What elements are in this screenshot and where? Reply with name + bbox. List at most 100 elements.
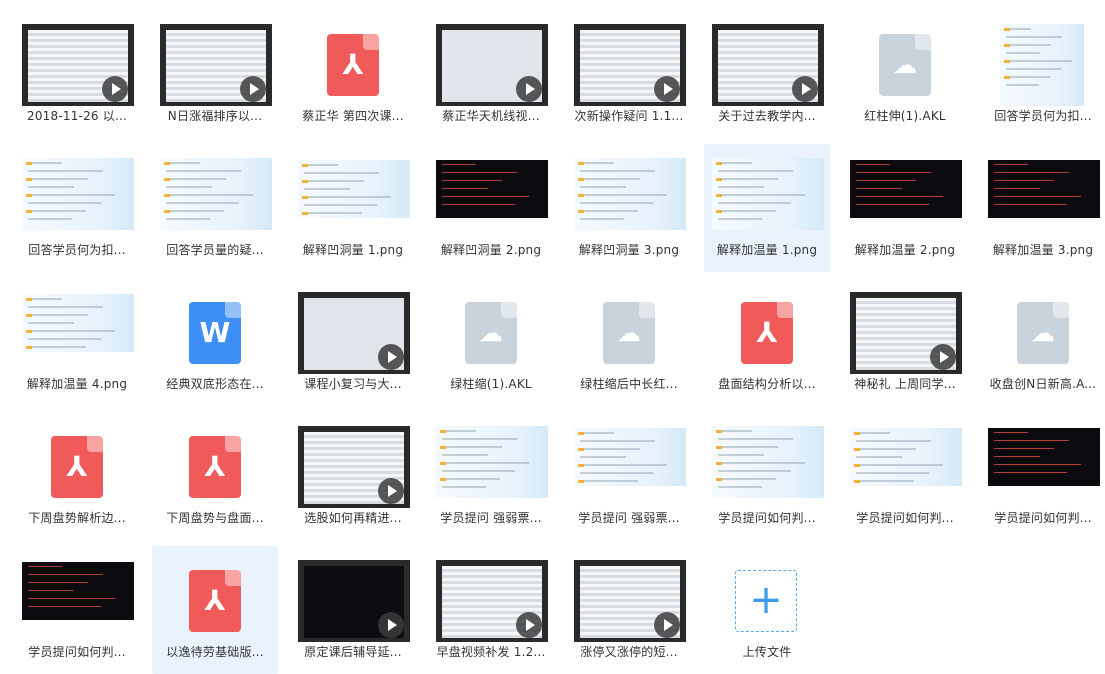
play-icon[interactable]: [378, 478, 404, 504]
file-tile[interactable]: 课程小复习与大...: [290, 278, 416, 406]
file-tile[interactable]: ☁ 绿柱缩后中长红...: [566, 278, 692, 406]
preview-line: [28, 322, 74, 324]
preview-marker: [302, 212, 308, 215]
preview-line: [856, 472, 929, 474]
file-tile[interactable]: 学员提问如何判...: [14, 546, 140, 674]
file-tile[interactable]: ⅄ 以逸待劳基础版...: [152, 546, 278, 674]
file-tile[interactable]: 原定课后辅导延...: [290, 546, 416, 674]
preview-line: [994, 456, 1040, 457]
file-tile[interactable]: 涨停又涨停的短...: [566, 546, 692, 674]
file-name: 神秘礼 上周同学...: [854, 377, 956, 391]
file-tile[interactable]: 回答学员何为扣...: [980, 10, 1105, 138]
upload-tile[interactable]: + 上传文件: [704, 546, 830, 674]
file-tile[interactable]: 解释凹洞量 2.png: [428, 144, 554, 272]
file-tile[interactable]: 解释加温量 1.png: [704, 144, 830, 272]
play-icon[interactable]: [378, 612, 404, 638]
preview-line: [442, 454, 488, 456]
preview-line: [28, 590, 74, 591]
image-preview: [712, 426, 824, 498]
play-icon[interactable]: [240, 76, 266, 102]
file-tile[interactable]: 蔡正华天机线视...: [428, 10, 554, 138]
file-tile[interactable]: 解释加温量 2.png: [842, 144, 968, 272]
file-name: 解释凹洞量 3.png: [578, 243, 680, 257]
file-tile[interactable]: N日涨福排序以...: [152, 10, 278, 138]
file-name: 学员提问如何判...: [856, 511, 954, 525]
play-icon[interactable]: [654, 76, 680, 102]
plus-icon[interactable]: +: [735, 570, 797, 632]
file-tile[interactable]: ⅄ 蔡正华 第四次课...: [290, 10, 416, 138]
preview-line: [304, 188, 350, 190]
file-name: 下周盘势与盘面...: [166, 511, 264, 525]
file-name: 下周盘势解析边...: [28, 511, 126, 525]
preview-line: [580, 472, 653, 474]
file-tile[interactable]: 回答学员量的疑...: [152, 144, 278, 272]
word-document-icon-glyph: W: [199, 316, 231, 349]
cloud-file-icon: ☁: [1017, 302, 1069, 364]
file-tile[interactable]: 学员提问如何判...: [704, 412, 830, 540]
file-tile[interactable]: ☁ 绿柱缩(1).AKL: [428, 278, 554, 406]
preview-line: [580, 210, 639, 212]
play-icon[interactable]: [102, 76, 128, 102]
image-preview: [850, 428, 962, 486]
file-tile[interactable]: 解释加温量 3.png: [980, 144, 1105, 272]
file-tile[interactable]: 关于过去教学内...: [704, 10, 830, 138]
file-tile[interactable]: 早盘视频补发 1.2...: [428, 546, 554, 674]
file-thumbnail: [980, 148, 1105, 250]
file-thumbnail: [566, 416, 692, 518]
preview-line: [304, 172, 380, 174]
image-preview: [574, 158, 686, 230]
file-tile[interactable]: 回答学员何为扣...: [14, 144, 140, 272]
image-preview: [850, 160, 962, 218]
video-thumbnail: [850, 292, 962, 374]
pdf-icon-glyph: ⅄: [204, 450, 226, 483]
file-name: 经典双底形态在...: [166, 377, 264, 391]
preview-line: [580, 448, 641, 450]
preview-line: [718, 162, 752, 164]
file-tile[interactable]: 2018-11-26 以...: [14, 10, 140, 138]
file-tile[interactable]: 学员提问 强弱票...: [428, 412, 554, 540]
image-preview: [436, 160, 548, 218]
file-tile[interactable]: 次新操作疑问 1.1...: [566, 10, 692, 138]
play-icon[interactable]: [930, 344, 956, 370]
preview-line: [442, 446, 503, 448]
play-icon[interactable]: [378, 344, 404, 370]
file-tile[interactable]: 解释加温量 4.png: [14, 278, 140, 406]
pdf-icon-glyph: ⅄: [204, 584, 226, 617]
preview-line: [442, 430, 476, 432]
file-tile[interactable]: ⅄ 盘面结构分析以...: [704, 278, 830, 406]
file-tile[interactable]: 学员提问 强弱票...: [566, 412, 692, 540]
preview-line: [28, 582, 89, 583]
file-tile[interactable]: ⅄ 下周盘势与盘面...: [152, 412, 278, 540]
file-tile[interactable]: 选股如何再精进...: [290, 412, 416, 540]
play-icon[interactable]: [516, 76, 542, 102]
preview-line: [304, 164, 338, 166]
preview-line: [994, 464, 1082, 465]
file-tile[interactable]: 神秘礼 上周同学...: [842, 278, 968, 406]
pdf-icon: ⅄: [741, 302, 793, 364]
file-tile[interactable]: 学员提问如何判...: [980, 412, 1105, 540]
file-tile[interactable]: 解释凹洞量 1.png: [290, 144, 416, 272]
file-tile[interactable]: ☁ 红柱伸(1).AKL: [842, 10, 968, 138]
file-tile[interactable]: 解释凹洞量 3.png: [566, 144, 692, 272]
preview-line: [442, 164, 476, 165]
file-thumbnail: [290, 282, 416, 384]
pdf-icon: ⅄: [51, 436, 103, 498]
file-tile[interactable]: ☁ 收盘创N日新高.A...: [980, 278, 1105, 406]
video-thumbnail: [298, 426, 410, 508]
preview-line: [856, 440, 932, 442]
preview-line: [28, 298, 62, 300]
play-icon[interactable]: [516, 612, 542, 638]
play-icon[interactable]: [792, 76, 818, 102]
cloud-file-icon-glyph: ☁: [617, 319, 641, 347]
file-thumbnail: [14, 148, 140, 250]
preview-line: [442, 188, 488, 189]
file-tile[interactable]: 学员提问如何判...: [842, 412, 968, 540]
preview-marker: [578, 178, 584, 181]
preview-marker: [440, 430, 446, 433]
file-tile[interactable]: W 经典双底形态在...: [152, 278, 278, 406]
play-icon[interactable]: [654, 612, 680, 638]
file-name: 回答学员量的疑...: [166, 243, 264, 257]
file-tile[interactable]: ⅄ 下周盘势解析边...: [14, 412, 140, 540]
preview-marker: [716, 178, 722, 181]
preview-marker: [716, 162, 722, 165]
